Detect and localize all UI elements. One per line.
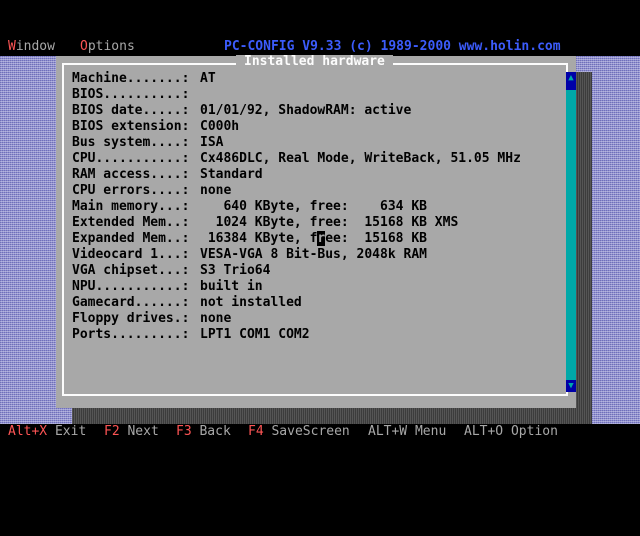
hardware-row-main-memory: Main memory...: 640 KByte, free: 634 KB: [72, 199, 521, 215]
status-label: Exit: [47, 424, 87, 439]
row-value: 640 KByte, free: 634 KB: [200, 199, 427, 214]
hardware-row-machine: Machine.......: AT: [72, 71, 521, 87]
hardware-row-vga-chipset: VGA chipset...: S3 Trio64: [72, 263, 521, 279]
status-label: Back: [191, 424, 231, 439]
row-label: Videocard 1...:: [72, 247, 190, 262]
row-label: NPU...........:: [72, 279, 190, 294]
row-value: none: [200, 183, 232, 198]
status-exit[interactable]: Alt+X Exit: [8, 424, 86, 440]
row-value-pre: 16384 KByte, f: [200, 231, 318, 246]
row-value: S3 Trio64: [200, 263, 271, 278]
row-label: BIOS date.....:: [72, 103, 190, 118]
menu-options-label: ptions: [87, 39, 135, 54]
row-value: C000h: [200, 119, 240, 134]
status-label: SaveScreen: [263, 424, 350, 439]
hardware-row-ram-access: RAM access....: Standard: [72, 167, 521, 183]
row-label: Floppy drives.:: [72, 311, 190, 326]
row-value: Cx486DLC, Real Mode, WriteBack, 51.05 MH…: [200, 151, 521, 166]
row-value: none: [200, 311, 232, 326]
hardware-row-extended-mem: Extended Mem..: 1024 KByte, free: 15168 …: [72, 215, 521, 231]
window-title: Installed hardware: [236, 55, 393, 69]
row-label: Bus system....:: [72, 135, 190, 150]
status-key: F2: [104, 424, 120, 439]
hardware-row-cpu-errors: CPU errors....: none: [72, 183, 521, 199]
status-back[interactable]: F3 Back: [176, 424, 231, 440]
status-option[interactable]: ALT+O Option: [464, 424, 558, 440]
row-label: Main memory...:: [72, 199, 190, 214]
row-label: Gamecard......:: [72, 295, 190, 310]
row-value: ISA: [200, 135, 224, 150]
status-next[interactable]: F2 Next: [104, 424, 159, 440]
row-label: Expanded Mem..:: [72, 231, 190, 246]
row-value: AT: [200, 71, 216, 86]
menu-window-hotkey: W: [8, 39, 16, 54]
hardware-row-npu: NPU...........: built in: [72, 279, 521, 295]
scroll-up-arrow-icon[interactable]: ▲: [566, 72, 576, 84]
row-label: Extended Mem..:: [72, 215, 190, 230]
status-bar: Alt+X Exit F2 Next F3 Back F4 SaveScreen…: [0, 424, 640, 440]
hardware-row-ports: Ports.........: LPT1 COM1 COM2: [72, 327, 521, 343]
row-value: not installed: [200, 295, 302, 310]
menu-window[interactable]: Window: [8, 38, 55, 56]
menu-options[interactable]: Options: [80, 38, 135, 56]
row-value: LPT1 COM1 COM2: [200, 327, 310, 342]
row-label: CPU errors....:: [72, 183, 190, 198]
row-label: BIOS extension:: [72, 119, 190, 134]
status-key: F4: [248, 424, 264, 439]
row-label: BIOS..........:: [72, 87, 190, 102]
hardware-row-bios-date: BIOS date.....: 01/01/92, ShadowRAM: acti…: [72, 103, 521, 119]
menu-window-label: indow: [15, 39, 55, 54]
row-value: built in: [200, 279, 263, 294]
row-value: VESA-VGA 8 Bit-Bus, 2048k RAM: [200, 247, 427, 262]
hardware-list: Machine.......: AT BIOS..........: BIOS d…: [72, 71, 521, 343]
row-value: 01/01/92, ShadowRAM: active: [200, 103, 412, 118]
installed-hardware-window: Installed hardware Machine.......: AT BIO…: [56, 55, 576, 408]
status-key: F3: [176, 424, 192, 439]
menu-options-hotkey: O: [80, 39, 88, 54]
status-label: ALT+W Menu: [368, 424, 447, 439]
vertical-scrollbar[interactable]: ▲ ▼: [566, 72, 576, 392]
status-menu[interactable]: ALT+W Menu: [368, 424, 446, 440]
hardware-row-bios-extension: BIOS extension: C000h: [72, 119, 521, 135]
hardware-row-expanded-mem: Expanded Mem..: 16384 KByte, free: 15168…: [72, 231, 521, 247]
status-label: ALT+O Option: [464, 424, 558, 439]
scroll-down-arrow-icon[interactable]: ▼: [566, 380, 576, 392]
status-label: Next: [119, 424, 159, 439]
status-key: Alt+X: [8, 424, 48, 439]
row-label: VGA chipset...:: [72, 263, 190, 278]
row-value-post: ee: 15168 KB: [325, 231, 427, 246]
row-label: Ports.........:: [72, 327, 190, 342]
hardware-row-gamecard: Gamecard......: not installed: [72, 295, 521, 311]
status-save-screen[interactable]: F4 SaveScreen: [248, 424, 350, 440]
hardware-row-bios: BIOS..........:: [72, 87, 521, 103]
scroll-thumb[interactable]: [566, 84, 576, 90]
row-value: Standard: [200, 167, 263, 182]
row-label: Machine.......:: [72, 71, 190, 86]
row-value: 1024 KByte, free: 15168 KB XMS: [200, 215, 459, 230]
hardware-row-bus-system: Bus system....: ISA: [72, 135, 521, 151]
hardware-row-cpu: CPU...........: Cx486DLC, Real Mode, Writ…: [72, 151, 521, 167]
hardware-row-floppy-drives: Floppy drives.: none: [72, 311, 521, 327]
row-label: CPU...........:: [72, 151, 190, 166]
row-label: RAM access....:: [72, 167, 190, 182]
hardware-row-videocard: Videocard 1...: VESA-VGA 8 Bit-Bus, 2048k…: [72, 247, 521, 263]
